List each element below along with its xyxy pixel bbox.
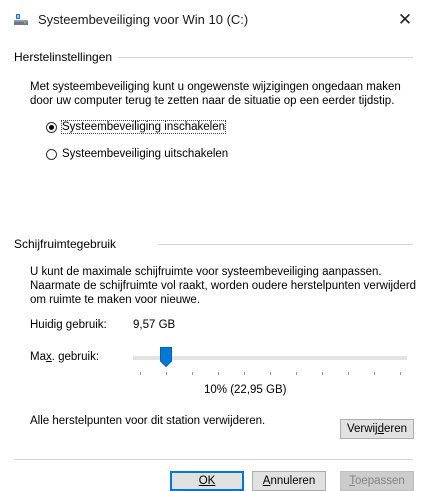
slider-tick	[140, 372, 141, 375]
radio-disable-protection[interactable]: Systeembeveiliging uitschakelen	[46, 148, 228, 160]
slider-tick	[270, 372, 271, 375]
close-button[interactable]: ✕	[392, 8, 418, 32]
slider-tick	[400, 372, 401, 375]
window-title: Systeembeveiliging voor Win 10 (C:)	[38, 12, 249, 27]
title-bar: Systeembeveiliging voor Win 10 (C:) ✕	[0, 0, 427, 40]
disk-description-line1: U kunt de maximale schijfruimte voor sys…	[30, 266, 382, 278]
max-usage-slider-track[interactable]	[133, 356, 407, 360]
slider-tick	[374, 372, 375, 375]
bottom-separator	[14, 459, 413, 460]
current-usage-value: 9,57 GB	[133, 319, 176, 331]
slider-value-text: 10% (22,95 GB)	[204, 384, 287, 396]
disk-description-line3: om ruimte te maken voor nieuwe.	[30, 294, 201, 306]
radio-disable-label[interactable]: Systeembeveiliging uitschakelen	[62, 148, 228, 160]
close-icon[interactable]: ✕	[398, 10, 412, 29]
slider-tick	[348, 372, 349, 375]
slider-tick	[322, 372, 323, 375]
slider-tick	[296, 372, 297, 375]
restore-settings-group-title: Herstelinstellingen	[14, 50, 119, 64]
restore-description-line1: Met systeembeveiliging kunt u ongewenste…	[30, 81, 401, 93]
slider-tick	[192, 372, 193, 375]
delete-all-text: Alle herstelpunten voor dit station verw…	[30, 415, 266, 427]
disk-description-line2: Naarmate de schijfruimte vol raakt, word…	[30, 280, 417, 292]
max-usage-slider-thumb[interactable]	[160, 347, 172, 368]
disk-usage-group-title: Schijfruimtegebruik	[14, 237, 123, 251]
restore-description-line2: door uw computer terug te zetten naar de…	[30, 95, 395, 107]
slider-tick	[166, 372, 167, 375]
current-usage-label: Huidig gebruik:	[30, 319, 107, 331]
apply-button[interactable]: Toepassen	[340, 471, 414, 491]
slider-tick	[244, 372, 245, 375]
ok-button[interactable]: OK	[170, 471, 244, 491]
radio-unselected-icon[interactable]	[46, 148, 57, 160]
radio-enable-label[interactable]: Systeembeveiliging inschakelen	[60, 120, 227, 134]
drive-restore-icon	[13, 13, 29, 27]
delete-button[interactable]: Verwijderen	[340, 419, 414, 439]
slider-tick	[218, 372, 219, 375]
disk-usage-group-line	[158, 244, 413, 245]
max-usage-label: Max. gebruik:	[30, 351, 100, 363]
radio-selected-icon[interactable]	[46, 121, 57, 133]
cancel-button[interactable]: Annuleren	[252, 471, 326, 491]
radio-enable-protection[interactable]: Systeembeveiliging inschakelen	[46, 120, 227, 134]
